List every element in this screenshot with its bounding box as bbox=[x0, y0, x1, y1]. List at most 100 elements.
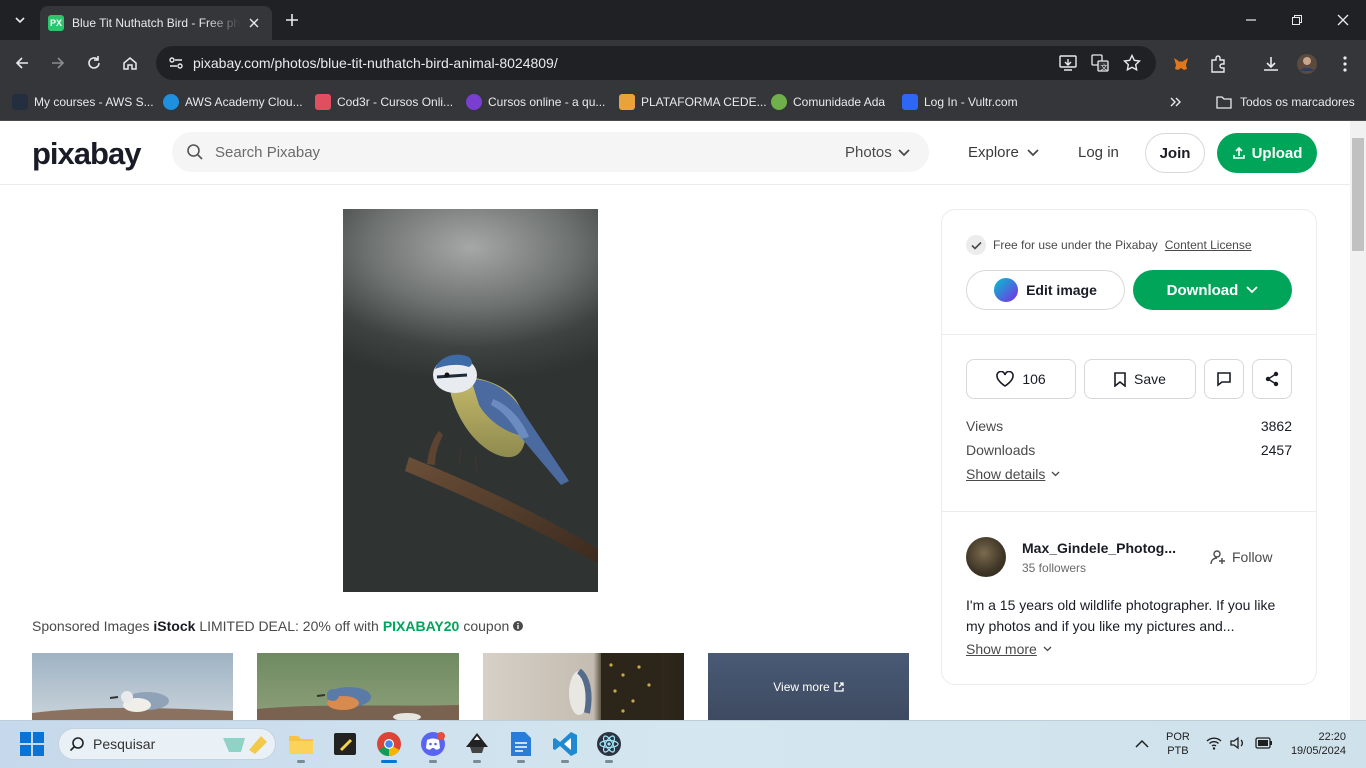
bookmark-item[interactable]: PLATAFORMA CEDE... bbox=[619, 92, 767, 112]
tab-search-icon[interactable] bbox=[8, 9, 32, 31]
scrollbar-thumb[interactable] bbox=[1352, 138, 1364, 251]
url-text[interactable]: pixabay.com/photos/blue-tit-nuthatch-bir… bbox=[193, 55, 558, 71]
search-input[interactable] bbox=[215, 132, 815, 172]
windows-start-icon[interactable] bbox=[20, 732, 44, 756]
bookmark-favicon-icon bbox=[619, 94, 635, 110]
close-window-icon[interactable] bbox=[1320, 0, 1366, 40]
bookmark-item[interactable]: AWS Academy Clou... bbox=[163, 92, 303, 112]
bookmark-label: Log In - Vultr.com bbox=[924, 95, 1018, 109]
forward-icon[interactable] bbox=[46, 51, 70, 75]
taskbar-search-label: Pesquisar bbox=[93, 736, 156, 752]
like-count: 106 bbox=[1022, 371, 1046, 387]
browser-tab[interactable]: PX Blue Tit Nuthatch Bird - Free photo o… bbox=[40, 6, 272, 40]
info-icon[interactable] bbox=[513, 621, 524, 631]
chrome-icon[interactable] bbox=[375, 730, 403, 758]
new-tab-icon[interactable] bbox=[282, 10, 302, 30]
media-type-label: Photos bbox=[845, 144, 892, 161]
share-button[interactable] bbox=[1252, 359, 1292, 399]
electron-app-icon[interactable] bbox=[595, 730, 623, 758]
discord-icon[interactable] bbox=[419, 730, 447, 758]
all-bookmarks-folder[interactable]: Todos os marcadores bbox=[1216, 92, 1355, 112]
close-tab-icon[interactable] bbox=[246, 15, 262, 31]
bookmark-label: AWS Academy Clou... bbox=[185, 95, 303, 109]
battery-icon[interactable] bbox=[1255, 737, 1273, 749]
active-indicator bbox=[381, 760, 397, 763]
sponsored-thumbnail[interactable] bbox=[257, 653, 459, 720]
sponsored-thumbnail[interactable] bbox=[32, 653, 233, 720]
follower-count: 35 followers bbox=[1022, 561, 1087, 575]
follow-label: Follow bbox=[1232, 549, 1273, 565]
sponsored-text: LIMITED DEAL: 20% off with bbox=[199, 618, 379, 634]
user-avatar[interactable] bbox=[966, 537, 1006, 577]
login-link[interactable]: Log in bbox=[1078, 144, 1119, 161]
volume-icon[interactable] bbox=[1230, 736, 1246, 750]
file-explorer-icon[interactable] bbox=[287, 730, 315, 758]
bookmark-label: Cursos online - a qu... bbox=[488, 95, 606, 109]
pixabay-logo[interactable]: pixabay bbox=[32, 136, 141, 172]
restore-icon[interactable] bbox=[1274, 0, 1320, 40]
bookmarks-overflow-icon[interactable] bbox=[1170, 92, 1182, 112]
install-app-icon[interactable] bbox=[1058, 53, 1078, 73]
edit-image-label: Edit image bbox=[1026, 282, 1097, 298]
bookmark-item[interactable]: Cod3r - Cursos Onli... bbox=[315, 92, 453, 112]
taskbar-search[interactable]: Pesquisar bbox=[58, 728, 276, 760]
site-info-icon[interactable] bbox=[166, 53, 186, 73]
istock-brand[interactable]: iStock bbox=[153, 618, 195, 634]
follow-button[interactable]: Follow bbox=[1210, 549, 1272, 565]
downloads-icon[interactable] bbox=[1260, 53, 1282, 75]
lang-code: POR bbox=[1166, 731, 1190, 743]
upload-button[interactable]: Upload bbox=[1217, 133, 1317, 173]
bookmark-favicon-icon bbox=[12, 94, 28, 110]
upload-label: Upload bbox=[1251, 144, 1303, 162]
explore-label: Explore bbox=[968, 144, 1019, 161]
media-type-dropdown[interactable]: Photos bbox=[845, 144, 910, 161]
join-button[interactable]: Join bbox=[1145, 133, 1205, 173]
profile-avatar-icon[interactable] bbox=[1296, 53, 1318, 75]
back-icon[interactable] bbox=[10, 51, 34, 75]
wifi-icon[interactable] bbox=[1206, 736, 1222, 750]
vscode-icon[interactable] bbox=[551, 730, 579, 758]
home-icon[interactable] bbox=[118, 51, 142, 75]
heart-icon bbox=[996, 371, 1015, 387]
username-link[interactable]: Max_Gindele_Photog... bbox=[1022, 540, 1176, 556]
search-icon[interactable] bbox=[186, 143, 204, 161]
show-details-link[interactable]: Show details bbox=[966, 466, 1060, 482]
show-more-link[interactable]: Show more bbox=[966, 641, 1052, 657]
add-user-icon bbox=[1210, 550, 1225, 565]
bookmark-label: Cod3r - Cursos Onli... bbox=[337, 95, 454, 109]
inkscape-icon[interactable] bbox=[463, 730, 491, 758]
main-photo[interactable] bbox=[343, 209, 598, 592]
explore-menu[interactable]: Explore bbox=[968, 144, 1039, 161]
tray-overflow-icon[interactable] bbox=[1134, 736, 1150, 752]
comment-icon bbox=[1217, 372, 1231, 387]
like-button[interactable]: 106 bbox=[966, 359, 1076, 399]
system-clock[interactable]: 22:20 19/05/2024 bbox=[1284, 730, 1346, 758]
sponsored-thumbnail[interactable] bbox=[483, 653, 684, 720]
reload-icon[interactable] bbox=[82, 51, 106, 75]
translate-icon[interactable]: 文 bbox=[1090, 53, 1110, 73]
bookmark-item[interactable]: Comunidade Ada bbox=[771, 92, 885, 112]
sticky-notes-icon[interactable] bbox=[331, 730, 359, 758]
download-button[interactable]: Download bbox=[1133, 270, 1292, 310]
edit-image-button[interactable]: Edit image bbox=[966, 270, 1125, 310]
bookmark-item[interactable]: Log In - Vultr.com bbox=[902, 92, 1018, 112]
view-more-thumbnail[interactable]: View more bbox=[708, 653, 909, 720]
save-button[interactable]: Save bbox=[1084, 359, 1196, 399]
content-license-link[interactable]: Content License bbox=[1165, 238, 1252, 252]
extensions-icon[interactable] bbox=[1207, 53, 1229, 75]
bookmark-star-icon[interactable] bbox=[1122, 53, 1142, 73]
minimize-icon[interactable] bbox=[1228, 0, 1274, 40]
keyboard-language[interactable]: POR PTB bbox=[1166, 730, 1190, 758]
bookmark-item[interactable]: Cursos online - a qu... bbox=[466, 92, 605, 112]
bird-photo-illustration bbox=[405, 354, 598, 564]
coupon-code[interactable]: PIXABAY20 bbox=[383, 618, 460, 634]
bookmark-item[interactable]: My courses - AWS S... bbox=[12, 92, 154, 112]
chevron-down-icon bbox=[898, 148, 910, 156]
metamask-extension-icon[interactable] bbox=[1170, 53, 1192, 75]
comment-button[interactable] bbox=[1204, 359, 1244, 399]
browser-menu-icon[interactable] bbox=[1334, 53, 1356, 75]
external-link-icon bbox=[834, 681, 844, 692]
divider bbox=[942, 334, 1316, 335]
docs-app-icon[interactable] bbox=[507, 730, 535, 758]
sponsored-suffix: coupon bbox=[463, 618, 510, 634]
